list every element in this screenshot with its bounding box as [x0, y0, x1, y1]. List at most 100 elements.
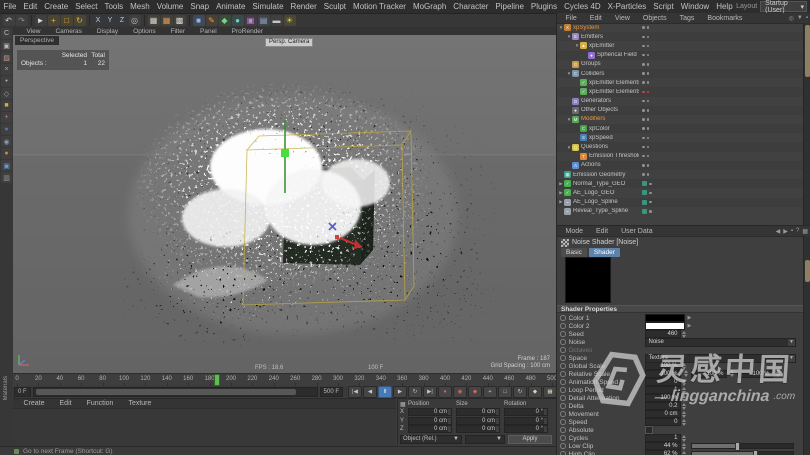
value-field[interactable]: 100 %: [644, 362, 681, 370]
animation-dot-icon[interactable]: [560, 339, 566, 345]
snap-icon[interactable]: ◉: [1, 136, 12, 147]
spinner-icon[interactable]: [544, 417, 547, 424]
object-visibility-toggles[interactable]: [642, 170, 649, 179]
tree-item-ae-logo-geo[interactable]: ▶ ✓ AE_Logo_GEO: [557, 188, 804, 197]
animation-dot-icon[interactable]: [560, 451, 566, 455]
model-mode-icon[interactable]: ▣: [1, 40, 12, 51]
object-visibility-toggles[interactable]: [642, 115, 649, 124]
coordinate-field[interactable]: 0 °: [504, 425, 548, 434]
object-visibility-toggles[interactable]: [642, 87, 649, 96]
tree-item-xpcolor[interactable]: CxpColor: [557, 124, 804, 134]
value-field[interactable]: 62 %: [644, 450, 681, 455]
record-options-button[interactable]: ◆: [468, 385, 482, 398]
object-visibility-toggles[interactable]: [642, 23, 649, 32]
tree-item-modifiers[interactable]: ▼ M Modifiers: [557, 115, 804, 124]
object-visibility-toggles[interactable]: [642, 198, 652, 207]
animation-dot-icon[interactable]: [560, 443, 566, 449]
menubar-item-create[interactable]: Create: [41, 0, 72, 13]
checkbox[interactable]: [644, 426, 653, 434]
loop-mode-button[interactable]: ↻: [408, 385, 422, 398]
am-help-icon[interactable]: ?: [796, 228, 799, 235]
object-manager-scrollbar-thumb[interactable]: [805, 25, 810, 77]
spinner-icon[interactable]: [496, 426, 499, 433]
menubar-item-mesh[interactable]: Mesh: [127, 0, 154, 13]
spinner-icon[interactable]: [448, 409, 451, 416]
spinner-icon[interactable]: [681, 410, 687, 418]
goto-start-button[interactable]: |◀: [348, 385, 362, 398]
tree-item-xpemitter-elements-geometry[interactable]: ✓xpEmitter Elements Geometry: [557, 87, 804, 97]
object-visibility-toggles[interactable]: [642, 142, 649, 151]
spinner-icon[interactable]: [681, 450, 687, 455]
dock-tab-materials[interactable]: Materials: [0, 374, 12, 434]
spinner-icon[interactable]: [681, 330, 687, 338]
spinner-icon[interactable]: [448, 417, 451, 424]
undo-icon[interactable]: ↶: [2, 15, 15, 26]
viewport-canvas[interactable]: Perspective Selected Total Objects : 1 2…: [13, 35, 556, 373]
quantize-icon[interactable]: ▥: [1, 172, 12, 183]
prev-frame-button[interactable]: ◀: [363, 385, 377, 398]
tree-item-generators[interactable]: G Generators: [557, 97, 804, 106]
viewport-solo-icon[interactable]: ●: [1, 124, 12, 135]
color-swatch[interactable]: [644, 322, 685, 330]
menubar-item-plugins[interactable]: Plugins: [527, 0, 560, 13]
material-menu-function[interactable]: Function: [83, 397, 117, 410]
object-visibility-toggles[interactable]: [642, 179, 652, 188]
material-menu-create[interactable]: Create: [20, 397, 48, 410]
object-visibility-toggles[interactable]: [642, 188, 652, 197]
color-swatch[interactable]: [644, 314, 685, 322]
spinner-icon[interactable]: [544, 426, 547, 433]
menubar-item-volume[interactable]: Volume: [153, 0, 187, 13]
animation-dot-icon[interactable]: [560, 379, 566, 385]
animation-dot-icon[interactable]: [560, 403, 566, 409]
keyframe-parameter-toggle[interactable]: ◆: [528, 385, 542, 398]
object-visibility-toggles[interactable]: [642, 97, 649, 106]
spinner-icon[interactable]: [681, 434, 687, 442]
coordinate-field[interactable]: 0 °: [504, 408, 548, 417]
material-menu-edit[interactable]: Edit: [56, 397, 75, 410]
slider-track[interactable]: [690, 442, 794, 451]
animation-dot-icon[interactable]: [560, 323, 566, 329]
material-manager[interactable]: Create Edit Function Texture: [13, 398, 396, 446]
apply-button[interactable]: Apply: [508, 434, 552, 444]
am-back-icon[interactable]: ◀: [776, 228, 781, 235]
value-field[interactable]: 0 cm: [644, 410, 681, 418]
om-search-icon[interactable]: ◎: [789, 15, 794, 22]
enable-axis-icon[interactable]: +: [1, 112, 12, 123]
animation-dot-icon[interactable]: [560, 315, 566, 321]
points-mode-icon[interactable]: •: [1, 76, 12, 87]
coordinate-field[interactable]: 0 cm: [408, 425, 452, 434]
keyframe-position-toggle[interactable]: +: [483, 385, 497, 398]
value-field[interactable]: 100 %: [690, 370, 727, 378]
range-start-field[interactable]: 0 F: [14, 386, 31, 397]
om-filter-icon[interactable]: ▼: [797, 15, 803, 22]
spinner-icon[interactable]: [496, 417, 499, 424]
tree-item-emission-threshold[interactable]: T Emission Threshold: [557, 152, 804, 161]
menubar-item-render[interactable]: Render: [287, 0, 320, 13]
play-pause-button[interactable]: II: [378, 385, 392, 398]
spinner-icon[interactable]: [681, 442, 687, 450]
workplane-icon[interactable]: ×: [1, 64, 12, 75]
attribute-manager-scrollbar[interactable]: [803, 236, 810, 455]
coordinate-field[interactable]: 0 cm: [408, 408, 452, 417]
attribute-manager-scrollbar-thumb[interactable]: [805, 260, 810, 282]
object-visibility-toggles[interactable]: [642, 32, 649, 41]
menubar-item-mograph[interactable]: MoGraph: [409, 0, 449, 13]
object-visibility-toggles[interactable]: [642, 41, 649, 50]
keyframe-selection-button[interactable]: ▦: [543, 385, 557, 398]
tree-item-emitters[interactable]: ▼ E Emitters: [557, 32, 804, 42]
spinner-icon[interactable]: [681, 394, 687, 402]
value-field[interactable]: 1: [644, 386, 681, 394]
spinner-icon[interactable]: [681, 418, 687, 426]
slider-track[interactable]: [690, 450, 794, 455]
coordinate-field[interactable]: 0 cm: [408, 416, 452, 425]
tree-item-xpemitter[interactable]: ▼ ▲ xpEmitter: [557, 41, 804, 50]
tab-shader[interactable]: Shader: [588, 248, 620, 257]
menubar-item-pipeline[interactable]: Pipeline: [492, 0, 527, 13]
expand-arrow-icon[interactable]: ▶: [688, 315, 692, 321]
tree-item-normal-type-geo[interactable]: ▶ ✓ Normal_Type_GEO: [557, 179, 804, 189]
animation-dot-icon[interactable]: [560, 347, 566, 353]
am-forward-icon[interactable]: ▶: [783, 228, 788, 235]
value-field[interactable]: 1: [644, 434, 681, 442]
timeline-scrollbar-thumb[interactable]: [35, 388, 297, 395]
next-frame-button[interactable]: ▶: [393, 385, 407, 398]
